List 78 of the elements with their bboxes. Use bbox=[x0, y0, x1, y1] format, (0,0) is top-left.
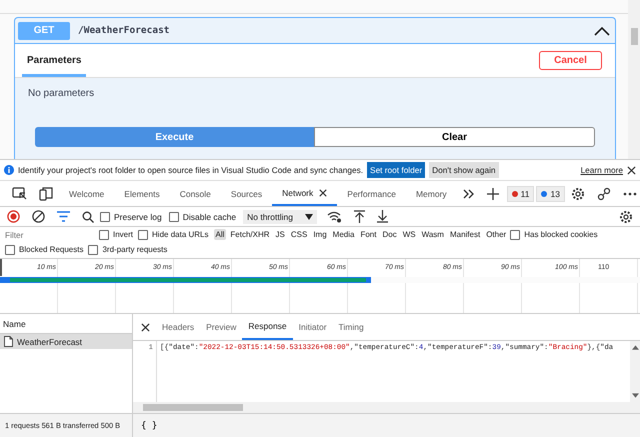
add-icon[interactable] bbox=[486, 188, 499, 200]
type-filter[interactable]: Media bbox=[330, 229, 356, 240]
type-filter[interactable]: Manifest bbox=[448, 229, 482, 240]
checkbox-label: Hide data URLs bbox=[152, 230, 208, 239]
checkbox-label: Disable cache bbox=[182, 212, 236, 222]
detail-tab[interactable]: Timing bbox=[332, 314, 370, 340]
parameters-tab[interactable]: Parameters bbox=[22, 44, 86, 77]
settings-icon[interactable] bbox=[619, 210, 633, 224]
detail-tab[interactable]: Response bbox=[242, 314, 293, 340]
error-counter[interactable]: 11 bbox=[506, 186, 534, 202]
devtools-tab[interactable]: Memory bbox=[406, 181, 457, 206]
clear-button[interactable]: Clear bbox=[314, 127, 595, 147]
devtools-tab[interactable]: Elements bbox=[114, 181, 170, 206]
learn-more-link[interactable]: Learn more bbox=[580, 165, 623, 175]
record-icon[interactable] bbox=[7, 210, 20, 223]
dont-show-again-button[interactable]: Don't show again bbox=[429, 162, 499, 178]
detail-tab[interactable]: Initiator bbox=[292, 314, 333, 340]
checkbox-label: Blocked Requests bbox=[19, 245, 84, 254]
connection-icon[interactable] bbox=[596, 186, 611, 200]
checkbox-label: Invert bbox=[113, 230, 134, 239]
type-filter[interactable]: Other bbox=[484, 229, 508, 240]
close-icon[interactable] bbox=[141, 322, 150, 332]
request-row[interactable]: WeatherForecast bbox=[0, 334, 132, 349]
message-counter[interactable]: 13 bbox=[536, 186, 565, 202]
close-icon[interactable] bbox=[319, 188, 328, 196]
checkbox[interactable] bbox=[88, 244, 98, 254]
type-filter[interactable]: Doc bbox=[380, 229, 399, 240]
type-filter[interactable]: JS bbox=[274, 229, 287, 240]
checkbox-label: 3rd-party requests bbox=[102, 245, 168, 254]
scroll-up-icon[interactable] bbox=[632, 345, 638, 350]
pretty-print-button[interactable]: { } bbox=[139, 420, 160, 430]
endpoint-path[interactable]: /WeatherForecast bbox=[78, 25, 170, 36]
close-icon[interactable] bbox=[627, 166, 636, 174]
type-filter[interactable]: All bbox=[214, 229, 226, 240]
devtools-tab[interactable]: Performance bbox=[337, 181, 406, 206]
cancel-button[interactable]: Cancel bbox=[539, 51, 602, 70]
settings-icon[interactable] bbox=[570, 186, 585, 200]
scroll-down-icon[interactable] bbox=[632, 393, 638, 398]
no-parameters-text: No parameters bbox=[28, 88, 96, 99]
download-icon[interactable] bbox=[376, 210, 388, 223]
infobar-message: Identify your project's root folder to open source files in Visual Studio Code and sync changes. bbox=[18, 165, 364, 175]
info-icon bbox=[4, 165, 14, 175]
device-icon[interactable] bbox=[39, 186, 53, 200]
detail-tab[interactable]: Preview bbox=[200, 314, 242, 340]
type-filter[interactable]: Font bbox=[358, 229, 378, 240]
devtools-tab[interactable]: Console bbox=[170, 181, 221, 206]
checkbox[interactable] bbox=[100, 212, 110, 222]
detail-tab[interactable]: Headers bbox=[156, 314, 200, 340]
clear-icon[interactable] bbox=[32, 210, 45, 223]
caret-icon bbox=[304, 214, 313, 220]
horizontal-scrollbar[interactable] bbox=[133, 402, 640, 413]
checkbox-label: Preserve log bbox=[114, 212, 162, 222]
checkbox[interactable] bbox=[99, 230, 109, 240]
checkbox[interactable] bbox=[510, 230, 520, 240]
inspect-icon[interactable] bbox=[12, 186, 27, 200]
upload-icon[interactable] bbox=[354, 210, 365, 223]
scrollbar[interactable] bbox=[628, 0, 640, 159]
type-filter[interactable]: Fetch/XHR bbox=[228, 229, 272, 240]
more-icon[interactable] bbox=[622, 192, 637, 196]
devtools-tab[interactable]: Network bbox=[272, 181, 338, 206]
type-filter[interactable]: Img bbox=[311, 229, 329, 240]
type-filter[interactable]: Wasm bbox=[420, 229, 446, 240]
devtools-tab[interactable]: Welcome bbox=[59, 181, 114, 206]
search-icon[interactable] bbox=[82, 210, 94, 222]
more-tabs-icon[interactable] bbox=[462, 188, 475, 198]
filter-icon[interactable] bbox=[57, 211, 70, 222]
set-root-folder-button[interactable]: Set root folder bbox=[367, 162, 426, 178]
type-filter[interactable]: CSS bbox=[288, 229, 310, 240]
chevron-icon[interactable] bbox=[594, 26, 610, 36]
file-icon bbox=[4, 336, 13, 347]
checkbox[interactable] bbox=[138, 230, 148, 240]
throttling-dropdown[interactable]: No throttling bbox=[243, 210, 317, 224]
checkbox-label: Has blocked cookies bbox=[524, 230, 598, 239]
checkbox[interactable] bbox=[168, 212, 179, 222]
devtools-tab[interactable]: Sources bbox=[220, 181, 272, 206]
type-filter[interactable]: WS bbox=[400, 229, 418, 240]
checkbox[interactable] bbox=[5, 244, 15, 254]
method-badge: GET bbox=[18, 22, 70, 40]
